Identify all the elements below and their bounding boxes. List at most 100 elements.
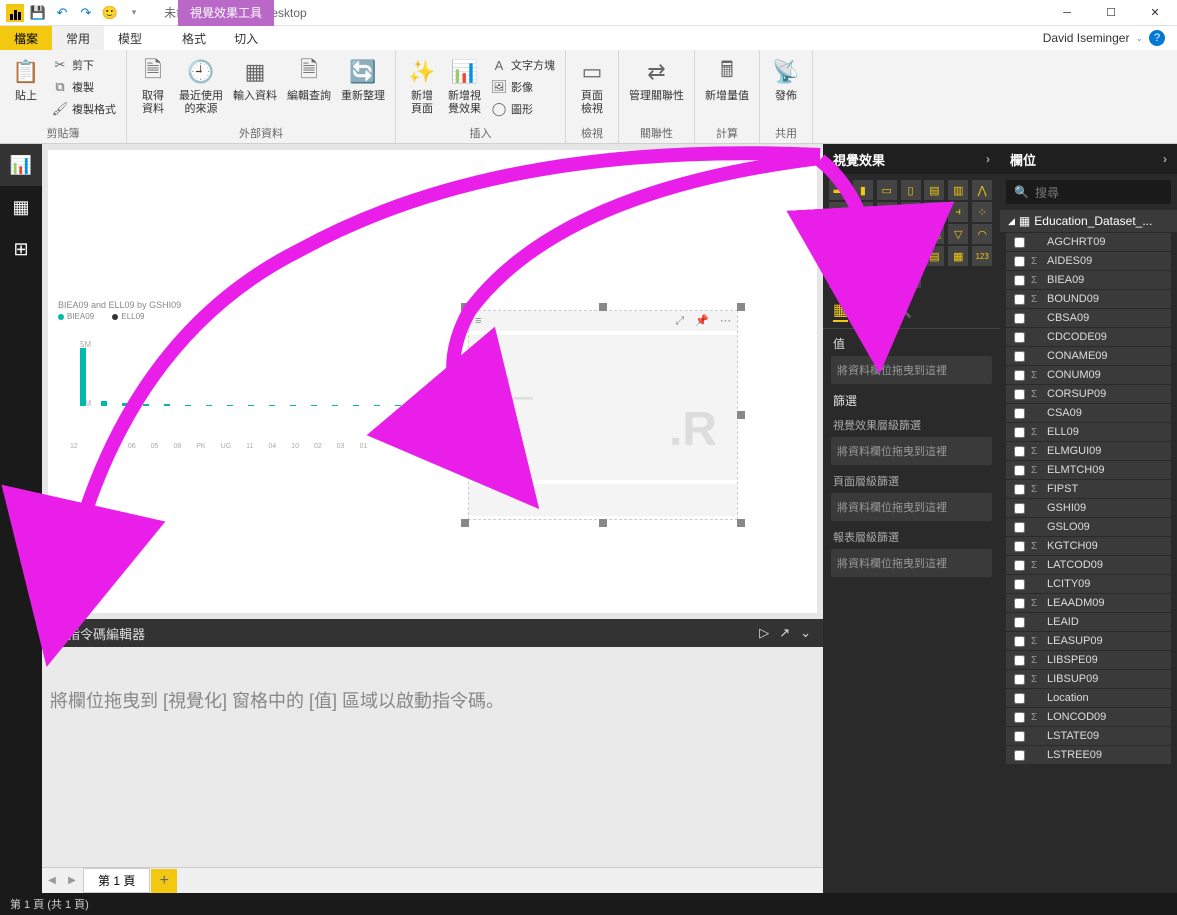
field-checkbox[interactable]: [1014, 674, 1025, 685]
field-item[interactable]: CDCODE09: [1006, 328, 1171, 346]
copy-button[interactable]: ⧉複製: [48, 76, 120, 98]
qat-dropdown-icon[interactable]: ▾: [124, 3, 144, 23]
viz-clustered-bar-icon[interactable]: ▭: [877, 180, 897, 200]
new-measure-button[interactable]: 🖩新增量值: [701, 54, 753, 105]
field-checkbox[interactable]: [1014, 370, 1025, 381]
r-script-editor-body[interactable]: 將欄位拖曳到 [視覺化] 窗格中的 [值] 區域以啟動指令碼。: [42, 647, 823, 867]
viz-stacked-area-icon[interactable]: ◢: [853, 202, 873, 222]
help-icon[interactable]: ?: [1149, 30, 1165, 46]
smiley-icon[interactable]: 🙂: [100, 3, 120, 23]
viz-stacked-bar-icon[interactable]: ▬: [829, 180, 849, 200]
page-tab-1[interactable]: 第 1 頁: [83, 868, 150, 893]
save-icon[interactable]: 💾: [28, 3, 48, 23]
textbox-button[interactable]: A文字方塊: [487, 54, 559, 76]
field-checkbox[interactable]: [1014, 389, 1025, 400]
table-header[interactable]: ◢▦Education_Dataset_...: [1000, 210, 1177, 232]
field-item[interactable]: ΣKGTCH09: [1006, 537, 1171, 555]
viz-map-icon[interactable]: 🌐: [901, 224, 921, 244]
analytics-tab-icon[interactable]: 🔍: [892, 300, 912, 322]
report-view-icon[interactable]: 📊: [0, 144, 42, 186]
field-checkbox[interactable]: [1014, 484, 1025, 495]
field-checkbox[interactable]: [1014, 332, 1025, 343]
field-item[interactable]: GSLO09: [1006, 518, 1171, 536]
viz-table-icon[interactable]: ▤: [924, 246, 944, 266]
focus-icon[interactable]: ⤢: [675, 315, 684, 327]
viz-clustered-column-icon[interactable]: ▯: [901, 180, 921, 200]
field-item[interactable]: ΣBOUND09: [1006, 290, 1171, 308]
field-item[interactable]: Location: [1006, 689, 1171, 707]
tab-home[interactable]: 常用: [52, 26, 104, 50]
field-checkbox[interactable]: [1014, 750, 1025, 761]
viz-ribbon-icon[interactable]: ≈: [924, 202, 944, 222]
collapse-icon[interactable]: ⌄: [800, 625, 811, 641]
field-item[interactable]: CBSA09: [1006, 309, 1171, 327]
page-filter-well[interactable]: 將資料欄位拖曳到這裡: [831, 493, 992, 521]
field-checkbox[interactable]: [1014, 446, 1025, 457]
chevron-right-icon[interactable]: ›: [986, 152, 990, 166]
run-script-icon[interactable]: ▷: [759, 625, 769, 641]
cut-button[interactable]: ✂剪下: [48, 54, 120, 76]
viz-filled-map-icon[interactable]: 🗺: [924, 224, 944, 244]
field-checkbox[interactable]: [1014, 617, 1025, 628]
pin-icon[interactable]: 📌: [695, 315, 709, 327]
field-item[interactable]: ΣFIPST: [1006, 480, 1171, 498]
viz-donut-icon[interactable]: ◎: [853, 224, 873, 244]
field-checkbox[interactable]: [1014, 541, 1025, 552]
field-item[interactable]: ΣAIDES09: [1006, 252, 1171, 270]
enter-data-button[interactable]: ▦輸入資料: [229, 54, 281, 105]
field-item[interactable]: ΣLONCOD09: [1006, 708, 1171, 726]
viz-arcgis-icon[interactable]: 🌍: [877, 268, 897, 288]
viz-more-icon[interactable]: ⋯: [901, 268, 921, 288]
field-checkbox[interactable]: [1014, 256, 1025, 267]
manage-relationships-button[interactable]: ⇄管理關聯性: [625, 54, 688, 105]
collapse-table-icon[interactable]: ◢: [1008, 216, 1015, 227]
viz-slicer-icon[interactable]: ☰: [901, 246, 921, 266]
more-icon[interactable]: ⋯: [720, 315, 731, 327]
field-checkbox[interactable]: [1014, 351, 1025, 362]
popout-icon[interactable]: ↗: [779, 625, 790, 641]
tab-format[interactable]: 格式: [168, 26, 220, 50]
bar-chart-visual[interactable]: BIEA09 and ELL09 by GSHI09 BIEA09 ELL09 …: [48, 290, 468, 450]
field-checkbox[interactable]: [1014, 522, 1025, 533]
field-item[interactable]: GSHI09: [1006, 499, 1171, 517]
field-checkbox[interactable]: [1014, 579, 1025, 590]
redo-icon[interactable]: ↷: [76, 3, 96, 23]
viz-line-icon[interactable]: ⋀: [972, 180, 992, 200]
field-item[interactable]: AGCHRT09: [1006, 233, 1171, 251]
viz-kpi-icon[interactable]: 📈: [877, 246, 897, 266]
values-well[interactable]: 將資料欄位拖曳到這裡: [831, 356, 992, 384]
model-view-icon[interactable]: ⊞: [0, 228, 42, 270]
undo-icon[interactable]: ↶: [52, 3, 72, 23]
tab-model[interactable]: 模型: [104, 26, 156, 50]
publish-button[interactable]: 📡發佈: [766, 54, 806, 105]
fields-tab-icon[interactable]: ▦: [833, 300, 848, 322]
field-item[interactable]: ΣCORSUP09: [1006, 385, 1171, 403]
field-item[interactable]: ΣLIBSUP09: [1006, 670, 1171, 688]
paste-button[interactable]: 📋 貼上: [6, 54, 46, 105]
visual-filter-well[interactable]: 將資料欄位拖曳到這裡: [831, 437, 992, 465]
field-item[interactable]: ΣLIBSPE09: [1006, 651, 1171, 669]
viz-waterfall-icon[interactable]: ⫞: [948, 202, 968, 222]
close-button[interactable]: ✕: [1133, 0, 1177, 26]
field-checkbox[interactable]: [1014, 465, 1025, 476]
format-painter-button[interactable]: 🖌複製格式: [48, 98, 120, 120]
field-item[interactable]: LCITY09: [1006, 575, 1171, 593]
viz-py-icon[interactable]: Py: [829, 268, 849, 288]
fields-search[interactable]: 🔍搜尋: [1006, 180, 1171, 204]
maximize-button[interactable]: ☐: [1089, 0, 1133, 26]
field-checkbox[interactable]: [1014, 560, 1025, 571]
viz-num-icon[interactable]: 123: [972, 246, 992, 266]
viz-combo1-icon[interactable]: ⊞: [877, 202, 897, 222]
viz-combo2-icon[interactable]: ⊟: [901, 202, 921, 222]
field-checkbox[interactable]: [1014, 427, 1025, 438]
field-checkbox[interactable]: [1014, 237, 1025, 248]
get-data-button[interactable]: 🗎取得 資料: [133, 54, 173, 118]
field-checkbox[interactable]: [1014, 275, 1025, 286]
field-item[interactable]: ΣLEASUP09: [1006, 632, 1171, 650]
field-checkbox[interactable]: [1014, 408, 1025, 419]
viz-funnel-icon[interactable]: ▽: [948, 224, 968, 244]
field-item[interactable]: ΣELMTCH09: [1006, 461, 1171, 479]
shape-button[interactable]: ◯圖形: [487, 98, 559, 120]
viz-r-icon[interactable]: R: [853, 268, 873, 288]
drag-handle-icon[interactable]: ≡: [475, 315, 481, 327]
